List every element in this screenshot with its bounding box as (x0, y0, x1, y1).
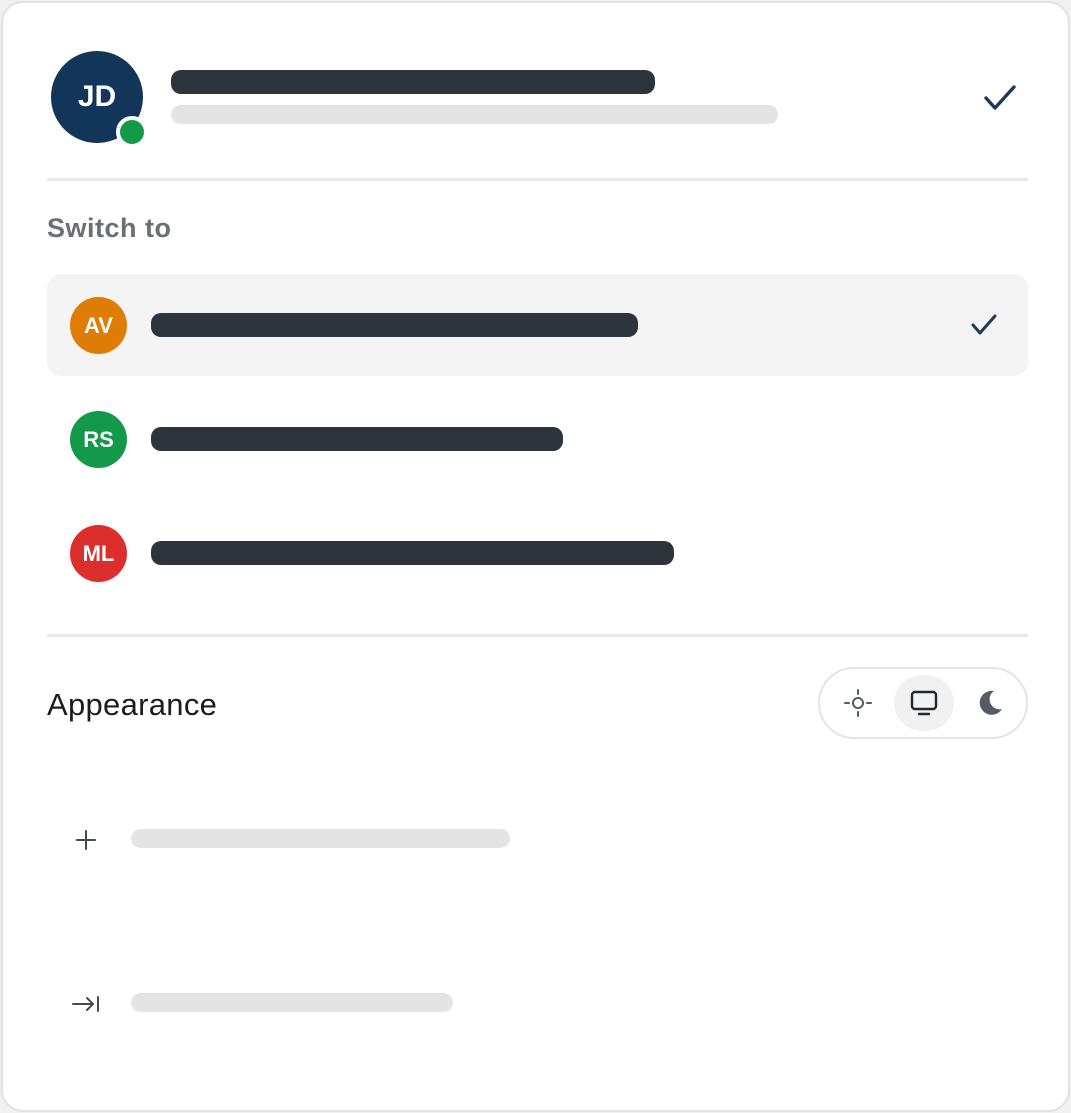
theme-system-button[interactable] (894, 675, 954, 731)
current-account-name (171, 70, 655, 94)
sign-out-item[interactable] (47, 967, 1028, 1039)
switch-to-heading: Switch to (47, 213, 172, 243)
account-avatar-initials: AV (84, 312, 113, 338)
account-row-ml[interactable]: ML (47, 502, 1028, 604)
current-account-check-icon (984, 85, 1016, 110)
divider-top (47, 178, 1028, 181)
appearance-label: Appearance (47, 687, 218, 722)
account-avatar-ml: ML (70, 525, 127, 582)
account-name (151, 427, 563, 451)
current-avatar-initials: JD (77, 80, 117, 113)
sign-out-icon (72, 996, 99, 1012)
light-icon (844, 689, 872, 717)
account-menu: JD Switch to AV RS ML Appearance (1, 1, 1070, 1112)
add-account-item[interactable] (47, 803, 1028, 875)
current-account-email (171, 105, 778, 124)
account-check-icon (971, 314, 997, 335)
dark-icon (979, 690, 1002, 715)
add-account-label (131, 829, 510, 848)
sign-out-label (131, 993, 453, 1012)
system-icon (910, 690, 938, 716)
divider-bottom (47, 634, 1028, 637)
account-name (151, 541, 674, 565)
account-row-av[interactable]: AV (47, 274, 1028, 376)
account-row-rs[interactable]: RS (47, 388, 1028, 490)
online-status-dot (116, 116, 148, 148)
account-avatar-av: AV (70, 297, 127, 354)
account-avatar-initials: ML (82, 540, 115, 566)
account-avatar-rs: RS (70, 411, 127, 468)
theme-dark-button[interactable] (960, 675, 1020, 731)
account-avatar-initials: RS (83, 426, 114, 452)
theme-light-button[interactable] (828, 675, 888, 731)
theme-toggle (818, 667, 1028, 739)
account-name (151, 313, 638, 337)
plus-icon (76, 830, 96, 850)
